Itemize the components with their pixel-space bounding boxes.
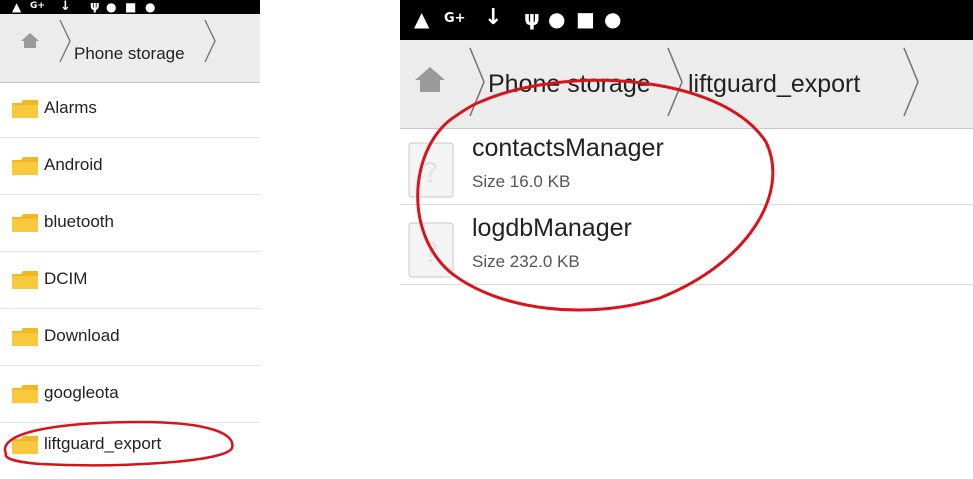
home-icon[interactable] — [20, 32, 40, 50]
folder-icon — [12, 214, 38, 232]
breadcrumb-right: Phone storage liftguard_export — [400, 40, 973, 129]
file-size: Size 232.0 KB — [472, 252, 580, 271]
breadcrumb-separator — [903, 47, 919, 117]
folder-row[interactable]: Android — [0, 137, 260, 195]
folder-name: liftguard_export — [44, 434, 162, 453]
breadcrumb-separator — [469, 47, 485, 117]
keyhole-icon: ▲ — [12, 0, 22, 14]
folder-icon — [12, 157, 38, 175]
folder-name: googleota — [44, 383, 119, 402]
breadcrumb-phone-storage[interactable]: Phone storage — [488, 70, 651, 99]
folder-icon — [12, 271, 38, 289]
folder-icon — [12, 100, 38, 118]
clipboard-check-icon: ■ — [125, 0, 137, 14]
usb-icon: ψ — [524, 6, 540, 30]
folder-icon — [12, 385, 38, 403]
breadcrumb-separator — [59, 19, 71, 63]
keyhole-icon: ▲ — [414, 7, 430, 31]
folder-row[interactable]: DCIM — [0, 251, 260, 309]
file-row[interactable]: ? logdbManager Size 232.0 KB — [400, 208, 973, 285]
alert-icon: ● — [106, 0, 117, 14]
usb-icon: ψ — [90, 0, 100, 13]
home-icon[interactable] — [414, 66, 446, 94]
breadcrumb-separator — [204, 19, 216, 63]
download-icon: ↓ — [484, 5, 503, 30]
android-icon: ● — [604, 7, 622, 31]
alert-icon: ● — [548, 7, 566, 31]
google-plus-icon: G+ — [30, 1, 45, 11]
unknown-file-icon: ? — [408, 222, 454, 278]
file-size: Size 16.0 KB — [472, 172, 571, 191]
folder-name: Download — [44, 326, 120, 345]
clipboard-check-icon: ■ — [576, 7, 595, 31]
status-bar-left: ▲ G+ ↓ ψ ● ■ ● — [0, 0, 260, 14]
breadcrumb-phone-storage[interactable]: Phone storage — [74, 44, 185, 64]
folder-row[interactable]: Alarms — [0, 80, 260, 138]
folder-row[interactable]: liftguard_export — [0, 422, 260, 479]
google-plus-icon: G+ — [444, 11, 466, 26]
folder-name: DCIM — [44, 269, 88, 288]
status-bar-right: ▲ G+ ↓ ψ ● ■ ● — [400, 0, 973, 40]
svg-text:?: ? — [424, 156, 439, 189]
breadcrumb-left: Phone storage — [0, 14, 260, 83]
file-name: logdbManager — [472, 214, 632, 242]
folder-name: Alarms — [44, 98, 97, 117]
folder-row[interactable]: googleota — [0, 365, 260, 423]
folder-icon — [12, 328, 38, 346]
folder-row[interactable]: Download — [0, 308, 260, 366]
unknown-file-icon: ? — [408, 142, 454, 198]
file-name: contactsManager — [472, 134, 664, 162]
folder-name: bluetooth — [44, 212, 114, 231]
breadcrumb-separator — [667, 47, 683, 117]
file-row[interactable]: ? contactsManager Size 16.0 KB — [400, 128, 973, 205]
folder-icon — [12, 436, 38, 454]
breadcrumb-liftguard-export[interactable]: liftguard_export — [688, 70, 860, 99]
folder-row[interactable]: bluetooth — [0, 194, 260, 252]
folder-name: Android — [44, 155, 103, 174]
download-icon: ↓ — [60, 0, 71, 14]
svg-text:?: ? — [424, 236, 439, 269]
android-icon: ● — [145, 0, 156, 14]
